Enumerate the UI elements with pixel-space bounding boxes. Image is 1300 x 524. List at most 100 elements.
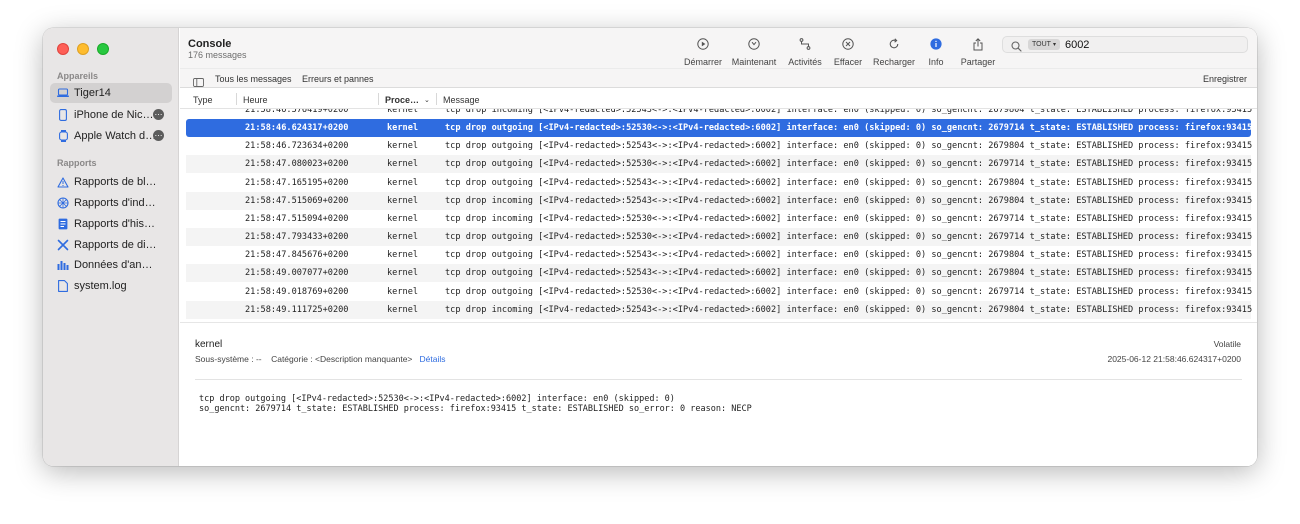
sidebar: Appareils Tiger14 iPhone de Nic… ⋯ Apple…	[43, 28, 179, 466]
detail-volatile: Volatile	[1213, 339, 1241, 349]
row-message: tcp drop outgoing [<IPv4-redacted>:52530…	[445, 123, 1253, 134]
row-process: kernel	[387, 123, 419, 134]
table-row[interactable]: 21:58:49.007077+0200 kernel tcp drop outgo…	[186, 264, 1253, 283]
column-divider[interactable]	[236, 93, 237, 105]
row-time: 21:58:49.018769+0200	[245, 286, 349, 297]
row-message: tcp drop outgoing [<IPv4-redacted>:52543…	[445, 268, 1253, 279]
row-process: kernel	[387, 159, 419, 170]
detail-message[interactable]: tcp drop outgoing [<IPv4-redacted>:52530…	[199, 394, 752, 414]
table-row[interactable]: 21:58:46.723634+0200 kernel tcp drop outgo…	[186, 137, 1252, 155]
row-message: tcp drop incoming [<IPv4-redacted>:52543…	[445, 109, 1253, 115]
start-button[interactable]: Démarrer	[676, 36, 730, 67]
search-scope-token[interactable]: TOUT ▾	[1028, 39, 1060, 50]
sidebar-item-label: Tiger14	[74, 87, 111, 99]
sidebar-item-label: system.log	[74, 280, 127, 292]
bars-icon	[57, 259, 69, 271]
share-button[interactable]: Partager	[951, 36, 1005, 67]
info-icon	[928, 36, 944, 52]
sidebar-item-system-log[interactable]: system.log	[50, 276, 172, 296]
filter-all-messages[interactable]: Tous les messages	[215, 74, 292, 84]
row-time: 21:58:47.515069+0200	[245, 195, 349, 206]
sidebar-item-analytics-data[interactable]: Données d'analys…	[50, 255, 172, 275]
sidebar-toggle-icon[interactable]	[193, 74, 204, 87]
ellipsis-badge-icon[interactable]: ⋯	[153, 130, 164, 141]
details-link[interactable]: Détails	[419, 354, 445, 364]
now-icon	[746, 36, 762, 52]
table-row[interactable]: 21:58:49.111725+0200 kernel tcp drop incom…	[186, 300, 1253, 319]
sidebar-item-spin-reports[interactable]: Rapports d'ind…	[50, 193, 172, 213]
close-window-button[interactable]	[57, 43, 69, 55]
sidebar-item-apple-watch[interactable]: Apple Watch d… ⋯	[50, 126, 172, 146]
reload-icon	[886, 36, 902, 52]
row-time: 21:58:47.793433+0200	[245, 232, 349, 243]
column-message[interactable]: Message	[443, 95, 480, 105]
row-message: tcp drop outgoing [<IPv4-redacted>:52530…	[445, 159, 1253, 170]
now-button[interactable]: Maintenant	[727, 36, 781, 67]
row-process: kernel	[387, 213, 419, 224]
sidebar-item-label: Rapports d'his…	[74, 218, 155, 230]
log-table[interactable]: 21:58:46.576419+0200 kernel tcp drop incom…	[180, 109, 1257, 321]
sidebar-item-iphone[interactable]: iPhone de Nic… ⋯	[50, 105, 172, 125]
row-time: 21:58:46.624317+0200	[245, 123, 349, 134]
row-message: tcp drop incoming [<IPv4-redacted>:52543…	[445, 195, 1253, 206]
chevron-down-icon: ▾	[1052, 42, 1056, 48]
row-message: tcp drop incoming [<IPv4-redacted>:52530…	[445, 213, 1253, 224]
toolbar: Console 176 messages Démarrer Maintenant…	[180, 28, 1257, 68]
table-row[interactable]: 21:58:49.018769+0200 kernel tcp drop outgo…	[186, 283, 1252, 301]
sidebar-item-label: Rapports d'ind…	[74, 197, 156, 209]
row-time: 21:58:46.723634+0200	[245, 141, 349, 152]
row-message: tcp drop outgoing [<IPv4-redacted>:52543…	[445, 250, 1253, 261]
ellipsis-badge-icon[interactable]: ⋯	[153, 109, 164, 120]
filter-errors-faults[interactable]: Erreurs et pannes	[302, 74, 374, 84]
sort-chevron-icon[interactable]: ⌄	[424, 96, 430, 104]
column-type[interactable]: Type	[193, 95, 213, 105]
message-count: 176 messages	[188, 50, 247, 60]
table-row[interactable]: 21:58:46.576419+0200 kernel tcp drop incom…	[186, 109, 1253, 119]
table-row[interactable]: 21:58:47.793433+0200 kernel tcp drop outgo…	[186, 228, 1253, 247]
table-row-selected[interactable]: 21:58:46.624317+0200 kernel tcp drop outgo…	[186, 119, 1253, 138]
save-button[interactable]: Enregistrer	[1203, 74, 1247, 84]
row-process: kernel	[387, 268, 419, 279]
sidebar-item-log-reports[interactable]: Rapports d'his…	[50, 214, 172, 234]
table-row[interactable]: 21:58:47.515069+0200 kernel tcp drop incom…	[186, 191, 1253, 210]
row-process: kernel	[387, 109, 419, 115]
filter-bar: Tous les messages Erreurs et pannes Enre…	[180, 68, 1257, 88]
sidebar-item-label: iPhone de Nic…	[74, 109, 154, 121]
row-time: 21:58:47.515094+0200	[245, 213, 349, 224]
column-process[interactable]: Proce…	[385, 95, 419, 105]
sidebar-item-crash-reports[interactable]: Rapports de bl…	[50, 172, 172, 192]
watch-icon	[57, 130, 69, 142]
sidebar-item-label: Apple Watch d…	[74, 130, 157, 142]
row-process: kernel	[387, 232, 419, 243]
sidebar-item-diagnostic-reports[interactable]: Rapports de di…	[50, 235, 172, 255]
row-message: tcp drop outgoing [<IPv4-redacted>:52530…	[445, 232, 1253, 243]
zoom-window-button[interactable]	[97, 43, 109, 55]
row-time: 21:58:47.080023+0200	[245, 159, 349, 170]
column-divider[interactable]	[378, 93, 379, 105]
play-icon	[695, 36, 711, 52]
console-window: Appareils Tiger14 iPhone de Nic… ⋯ Apple…	[43, 28, 1257, 466]
detail-metadata: Sous-système : -- Catégorie : <Descripti…	[195, 354, 446, 364]
iphone-icon	[57, 109, 69, 121]
sidebar-item-tiger14[interactable]: Tiger14	[50, 83, 172, 103]
row-process: kernel	[387, 195, 419, 206]
column-divider[interactable]	[436, 93, 437, 105]
app-title: Console	[188, 38, 232, 50]
search-input[interactable]: 6002	[1065, 39, 1089, 51]
table-row[interactable]: 21:58:47.080023+0200 kernel tcp drop outgo…	[186, 155, 1253, 174]
table-row[interactable]: 21:58:47.165195+0200 kernel tcp drop outgo…	[186, 174, 1253, 192]
main-area: Console 176 messages Démarrer Maintenant…	[180, 28, 1257, 466]
row-process: kernel	[387, 286, 419, 297]
detail-pane: kernel Sous-système : -- Catégorie : <De…	[180, 322, 1257, 466]
share-icon	[970, 36, 986, 52]
row-message: tcp drop outgoing [<IPv4-redacted>:52543…	[445, 177, 1253, 188]
laptop-icon	[57, 87, 69, 99]
table-row[interactable]: 21:58:47.515094+0200 kernel tcp drop incom…	[186, 210, 1253, 228]
detail-divider	[195, 379, 1242, 380]
table-row[interactable]: 21:58:47.845676+0200 kernel tcp drop outgo…	[186, 246, 1253, 264]
search-field[interactable]: TOUT ▾ 6002	[1002, 36, 1248, 53]
column-time[interactable]: Heure	[243, 95, 268, 105]
activity-icon	[797, 36, 813, 52]
row-message: tcp drop incoming [<IPv4-redacted>:52543…	[445, 304, 1253, 315]
minimize-window-button[interactable]	[77, 43, 89, 55]
